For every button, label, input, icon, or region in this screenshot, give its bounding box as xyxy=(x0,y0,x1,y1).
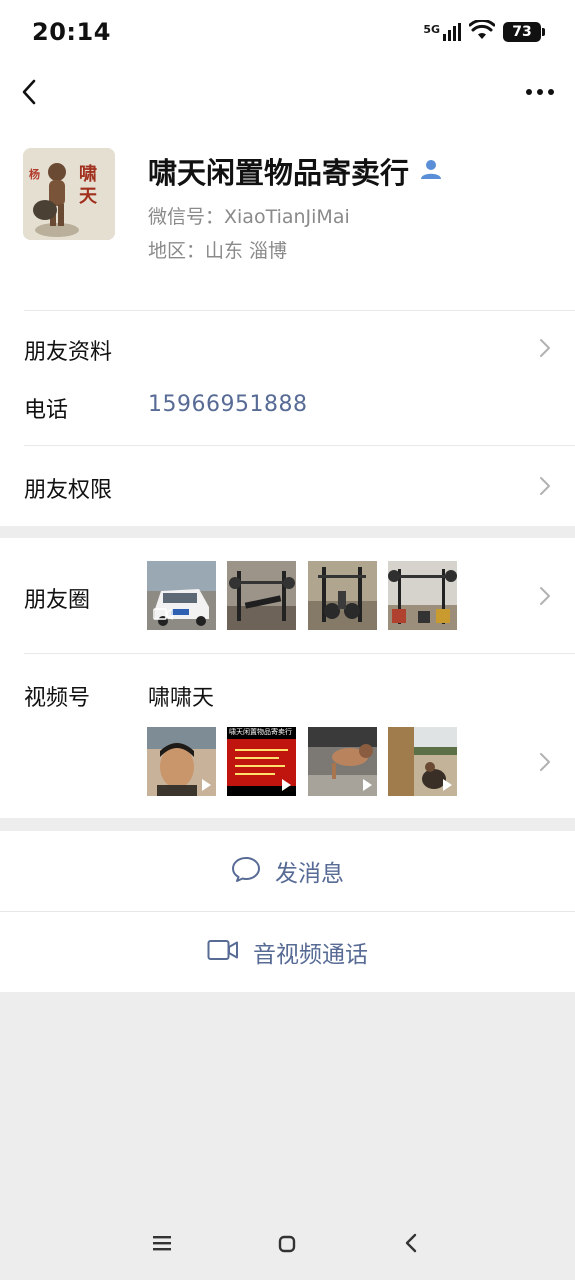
play-icon xyxy=(202,779,211,791)
moments-thumb-gym-weights xyxy=(308,561,377,630)
send-message-button[interactable]: 发消息 xyxy=(0,831,575,911)
play-icon xyxy=(282,779,291,791)
play-icon xyxy=(363,779,372,791)
send-message-label: 发消息 xyxy=(275,861,344,887)
channels-row[interactable]: 视频号 啸啸天 啸天闲置物品寄卖行 xyxy=(0,654,575,818)
permissions-row[interactable]: 朋友权限 xyxy=(0,446,575,526)
moments-thumb-car xyxy=(147,561,216,630)
video-camera-icon xyxy=(153,605,173,624)
back-icon[interactable] xyxy=(404,1233,418,1253)
video-call-label: 音视频通话 xyxy=(253,942,368,968)
avatar[interactable]: 杨 啸天 xyxy=(23,148,115,240)
permissions-label: 朋友权限 xyxy=(24,478,113,503)
video-camera-icon xyxy=(207,939,239,965)
status-bar: 20:14 5G 73 xyxy=(0,0,575,64)
wifi-icon xyxy=(468,18,496,44)
friend-info-row[interactable]: 朋友资料 xyxy=(0,310,575,380)
region: 地区：山东 淄博 xyxy=(148,240,288,262)
moments-row[interactable]: 朋友圈 xyxy=(0,538,575,653)
menu-icon[interactable] xyxy=(152,1234,172,1252)
chevron-right-icon xyxy=(539,476,551,500)
system-nav-bar xyxy=(0,1208,575,1280)
contact-person-icon xyxy=(419,157,443,185)
name-row: 啸天闲置物品寄卖行 xyxy=(148,150,443,192)
channels-thumb-pushup xyxy=(308,727,377,796)
poster-text: 啸天闲置物品寄卖行 xyxy=(229,728,292,736)
channels-label: 视频号 xyxy=(24,686,91,711)
chevron-right-icon xyxy=(539,338,551,362)
channels-thumb-selfie xyxy=(147,727,216,796)
moments-label: 朋友圈 xyxy=(24,588,91,613)
phone-label: 电话 xyxy=(24,398,69,423)
moments-thumb-power-rack xyxy=(388,561,457,630)
more-dots-icon[interactable] xyxy=(525,88,555,96)
media-block: 朋友圈 视频号 啸啸天 啸天闲置物品寄卖行 xyxy=(0,538,575,818)
chevron-right-icon xyxy=(539,586,551,610)
channel-name: 啸啸天 xyxy=(148,686,215,711)
status-icons: 5G 73 xyxy=(423,18,545,44)
profile-name: 啸天闲置物品寄卖行 xyxy=(148,156,410,190)
nav-bar xyxy=(0,64,575,120)
status-time: 20:14 xyxy=(32,18,111,46)
home-icon[interactable] xyxy=(277,1234,297,1254)
chat-bubble-icon xyxy=(231,855,261,887)
play-icon xyxy=(443,779,452,791)
network-type: 5G xyxy=(423,23,440,36)
info-block: 朋友资料 电话 15966951888 朋友权限 xyxy=(0,310,575,526)
channels-thumb-outdoor xyxy=(388,727,457,796)
phone-row[interactable]: 电话 15966951888 xyxy=(0,380,575,446)
friend-info-label: 朋友资料 xyxy=(24,340,113,365)
phone-number[interactable]: 15966951888 xyxy=(148,392,307,417)
channels-thumb-poster: 啸天闲置物品寄卖行 xyxy=(227,727,296,796)
battery-icon: 73 xyxy=(503,22,545,42)
signal-icon: 5G xyxy=(423,23,461,41)
chevron-right-icon xyxy=(539,752,551,776)
svg-text:杨: 杨 xyxy=(29,167,40,181)
avatar-caption: 啸天 xyxy=(79,164,97,207)
wechat-id: 微信号：XiaoTianJiMai xyxy=(148,206,350,228)
moments-thumb-gym-bench xyxy=(227,561,296,630)
back-chevron-icon[interactable] xyxy=(20,77,38,107)
profile-header: 杨 啸天 啸天闲置物品寄卖行 微信号：XiaoTianJiMai 地区：山东 淄… xyxy=(0,120,575,310)
video-call-button[interactable]: 音视频通话 xyxy=(0,912,575,992)
